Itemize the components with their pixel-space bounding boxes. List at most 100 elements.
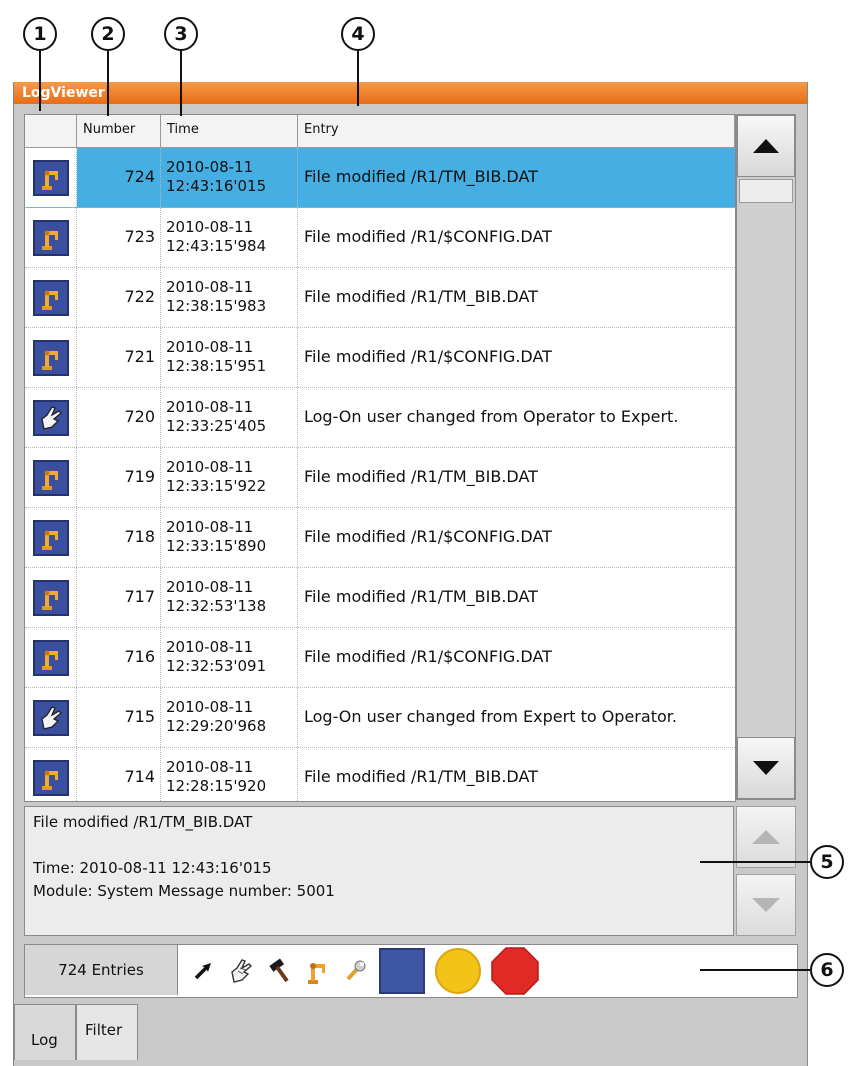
table-row[interactable]: 714 2010-08-11 12:28:15'920 File modified /…: [25, 748, 735, 801]
row-number: 719: [77, 448, 161, 507]
row-icon-cell: [25, 328, 77, 387]
row-entry: File modified /R1/$CONFIG.DAT: [304, 347, 552, 366]
row-time: 2010-08-11 12:32:53'138: [161, 568, 298, 627]
row-time-date: 2010-08-11: [166, 458, 254, 476]
row-number: 721: [77, 328, 161, 387]
scroll-thumb[interactable]: [739, 179, 793, 203]
robot-icon: [41, 170, 58, 190]
row-entry: File modified /R1/TM_BIB.DAT: [304, 587, 538, 606]
blue-square-icon[interactable]: [379, 948, 425, 994]
table-scrollbar[interactable]: [736, 114, 796, 800]
header-entry[interactable]: Entry: [298, 115, 735, 147]
tab-filter[interactable]: Filter: [76, 1004, 138, 1060]
robot-icon[interactable]: [303, 954, 331, 988]
table-row[interactable]: 716 2010-08-11 12:32:53'091 File modified /…: [25, 628, 735, 688]
row-entry: File modified /R1/$CONFIG.DAT: [304, 527, 552, 546]
row-time: 2010-08-11 12:43:15'984: [161, 208, 298, 267]
table-row[interactable]: 715 2010-08-11 12:29:20'968 Log-On user cha…: [25, 688, 735, 748]
header-icon-column[interactable]: [25, 115, 77, 147]
filter-icons: [189, 947, 539, 995]
red-octagon-icon[interactable]: [491, 947, 539, 995]
robot-icon: [41, 470, 58, 490]
hand-icon[interactable]: [227, 954, 255, 988]
table-row[interactable]: 724 2010-08-11 12:43:16'015 File modified /…: [25, 148, 735, 208]
row-icon-cell: [25, 508, 77, 567]
table-row[interactable]: 723 2010-08-11 12:43:15'984 File modified /…: [25, 208, 735, 268]
callout-5: 5: [810, 845, 844, 879]
detail-scroll-up-button[interactable]: [736, 806, 796, 868]
row-icon-cell: [25, 268, 77, 327]
robot-icon-box: [32, 579, 69, 616]
row-time: 2010-08-11 12:33:25'405: [161, 388, 298, 447]
detail-scroll-down-button[interactable]: [736, 874, 796, 936]
robot-icon-box: [32, 459, 69, 496]
robot-icon-box: [32, 339, 69, 376]
table-row[interactable]: 719 2010-08-11 12:33:15'922 File modified /…: [25, 448, 735, 508]
row-time: 2010-08-11 12:38:15'983: [161, 268, 298, 327]
row-time: 2010-08-11 12:38:15'951: [161, 328, 298, 387]
scroll-down-button[interactable]: [737, 737, 795, 799]
header-number[interactable]: Number: [77, 115, 161, 147]
tab-log-label: Log: [31, 1031, 58, 1049]
table-row[interactable]: 717 2010-08-11 12:32:53'138 File modified /…: [25, 568, 735, 628]
table-row[interactable]: 722 2010-08-11 12:38:15'983 File modified /…: [25, 268, 735, 328]
row-time-clock: 12:29:20'968: [166, 717, 267, 735]
row-time-clock: 12:38:15'951: [166, 357, 267, 375]
row-number: 714: [77, 748, 161, 801]
robot-icon: [41, 770, 58, 790]
row-time: 2010-08-11 12:33:15'922: [161, 448, 298, 507]
row-time: 2010-08-11 12:32:53'091: [161, 628, 298, 687]
row-time: 2010-08-11 12:28:15'920: [161, 748, 298, 801]
header-time[interactable]: Time: [161, 115, 298, 147]
callout-1-leader: [39, 51, 41, 111]
detail-entry: File modified /R1/TM_BIB.DAT: [33, 813, 253, 831]
table-header: Number Time Entry: [25, 115, 735, 148]
detail-scrollbar[interactable]: [736, 806, 796, 936]
row-number: 715: [77, 688, 161, 747]
row-time-clock: 12:28:15'920: [166, 777, 267, 795]
triangle-up-icon: [753, 139, 779, 153]
row-icon-cell: [25, 388, 77, 447]
hammer-icon[interactable]: [265, 954, 293, 988]
arrow-icon[interactable]: [189, 954, 217, 988]
row-time-clock: 12:33:25'405: [166, 417, 267, 435]
row-icon-cell: [25, 688, 77, 747]
row-icon-cell: [25, 748, 77, 801]
robot-icon: [41, 350, 58, 370]
detail-time: Time: 2010-08-11 12:43:16'015: [33, 859, 272, 877]
row-icon-cell: [25, 628, 77, 687]
table-row[interactable]: 718 2010-08-11 12:33:15'890 File modified /…: [25, 508, 735, 568]
log-table[interactable]: Number Time Entry 724 2010-08-11 12:43:16'…: [24, 114, 736, 802]
table-row[interactable]: 721 2010-08-11 12:38:15'951 File modified /…: [25, 328, 735, 388]
row-time: 2010-08-11 12:29:20'968: [161, 688, 298, 747]
robot-icon: [41, 290, 58, 310]
row-number: 723: [77, 208, 161, 267]
row-entry: File modified /R1/TM_BIB.DAT: [304, 467, 538, 486]
row-entry: Log-On user changed from Expert to Opera…: [304, 707, 677, 726]
row-time-date: 2010-08-11: [166, 518, 254, 536]
row-time-clock: 12:38:15'983: [166, 297, 267, 315]
row-icon-cell: [25, 148, 77, 207]
row-time-date: 2010-08-11: [166, 758, 254, 776]
logviewer-window: LogViewer Number Time Entry 724 2010-08-1…: [13, 82, 808, 1066]
detail-module: Module: System Message number: 5001: [33, 882, 335, 900]
entry-count: 724 Entries: [25, 945, 178, 995]
callout-2: 2: [91, 17, 125, 51]
callout-6: 6: [810, 953, 844, 987]
table-row[interactable]: 720 2010-08-11 12:33:25'405 Log-On user cha…: [25, 388, 735, 448]
row-entry: Log-On user changed from Operator to Exp…: [304, 407, 679, 426]
row-time-date: 2010-08-11: [166, 278, 254, 296]
triangle-up-icon: [752, 830, 780, 844]
callout-4: 4: [341, 17, 375, 51]
row-time-clock: 12:32:53'138: [166, 597, 267, 615]
hand-icon: [40, 705, 62, 730]
row-entry: File modified /R1/$CONFIG.DAT: [304, 647, 552, 666]
yellow-circle-icon[interactable]: [435, 948, 481, 994]
callout-1: 1: [23, 17, 57, 51]
wrench-icon[interactable]: [341, 954, 369, 988]
row-number: 724: [77, 148, 161, 207]
row-number: 716: [77, 628, 161, 687]
scroll-up-button[interactable]: [737, 115, 795, 177]
tab-log[interactable]: Log: [14, 1004, 76, 1060]
robot-icon: [41, 530, 58, 550]
